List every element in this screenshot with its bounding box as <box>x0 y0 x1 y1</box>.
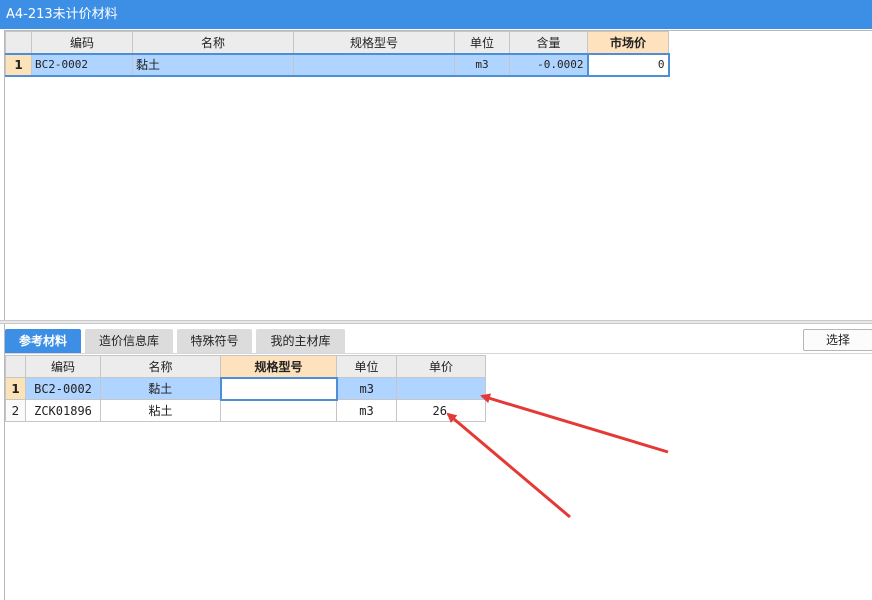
column-header-amount[interactable]: 含量 <box>509 31 588 54</box>
cell-code[interactable]: BC2-0002 <box>31 52 133 77</box>
column-header-spec[interactable]: 规格型号 <box>293 31 455 54</box>
row-number[interactable]: 1 <box>5 377 26 400</box>
cell-code[interactable]: BC2-0002 <box>25 377 101 400</box>
reference-material-table: 编码 名称 规格型号 单位 单价 1 BC2-0002 黏土 m3 2 ZCK0… <box>5 355 486 422</box>
table-row[interactable]: 1 BC2-0002 黏土 m3 -0.0002 0 <box>5 52 670 77</box>
column-header-code[interactable]: 编码 <box>25 355 101 378</box>
row-number[interactable]: 1 <box>5 52 32 77</box>
cell-code[interactable]: ZCK01896 <box>25 399 101 422</box>
column-header-unit[interactable]: 单位 <box>454 31 510 54</box>
tab-reference-material[interactable]: 参考材料 <box>5 329 81 353</box>
cell-amount[interactable]: -0.0002 <box>509 52 588 77</box>
row-number[interactable]: 2 <box>5 399 26 422</box>
column-header-name[interactable]: 名称 <box>132 31 294 54</box>
tab-divider <box>5 353 872 354</box>
table-header-row: 编码 名称 规格型号 单位 单价 <box>5 355 486 378</box>
unpriced-material-table: 编码 名称 规格型号 单位 含量 市场价 1 BC2-0002 黏土 m3 -0… <box>5 31 670 77</box>
tab-special-symbols[interactable]: 特殊符号 <box>177 329 252 353</box>
cell-spec[interactable] <box>220 399 337 422</box>
select-button[interactable]: 选择 <box>803 329 872 351</box>
cell-unit-price[interactable]: 26 <box>396 399 486 422</box>
column-header-code[interactable]: 编码 <box>31 31 133 54</box>
cell-market-price-input[interactable]: 0 <box>586 52 670 77</box>
column-header-unit-price[interactable]: 单价 <box>396 355 486 378</box>
row-number-header <box>5 355 26 378</box>
cell-spec-input[interactable] <box>219 376 338 401</box>
cell-unit[interactable]: m3 <box>336 377 397 400</box>
column-header-unit[interactable]: 单位 <box>336 355 397 378</box>
cell-name[interactable]: 黏土 <box>132 52 294 77</box>
column-header-market-price[interactable]: 市场价 <box>587 31 669 54</box>
table-header-row: 编码 名称 规格型号 单位 含量 市场价 <box>5 31 669 54</box>
column-header-name[interactable]: 名称 <box>100 355 221 378</box>
unpriced-material-panel: 编码 名称 规格型号 单位 含量 市场价 1 BC2-0002 黏土 m3 -0… <box>4 30 872 320</box>
cell-unit-price[interactable] <box>396 377 486 400</box>
tab-my-material-library[interactable]: 我的主材库 <box>256 329 345 353</box>
reference-panel: 参考材料 造价信息库 特殊符号 我的主材库 选择 编码 名称 规格型号 单位 单… <box>4 324 872 600</box>
table-row[interactable]: 2 ZCK01896 粘土 m3 26 <box>5 399 486 422</box>
column-header-spec[interactable]: 规格型号 <box>220 355 337 378</box>
cell-name[interactable]: 黏土 <box>100 377 221 400</box>
row-number-header <box>5 31 32 54</box>
cell-spec[interactable] <box>293 52 455 77</box>
window-title: A4-213未计价材料 <box>0 0 872 29</box>
tab-price-info-library[interactable]: 造价信息库 <box>85 329 173 353</box>
cell-unit[interactable]: m3 <box>454 52 510 77</box>
table-row[interactable]: 1 BC2-0002 黏土 m3 <box>5 376 486 401</box>
cell-unit[interactable]: m3 <box>336 399 397 422</box>
cell-name[interactable]: 粘土 <box>100 399 221 422</box>
